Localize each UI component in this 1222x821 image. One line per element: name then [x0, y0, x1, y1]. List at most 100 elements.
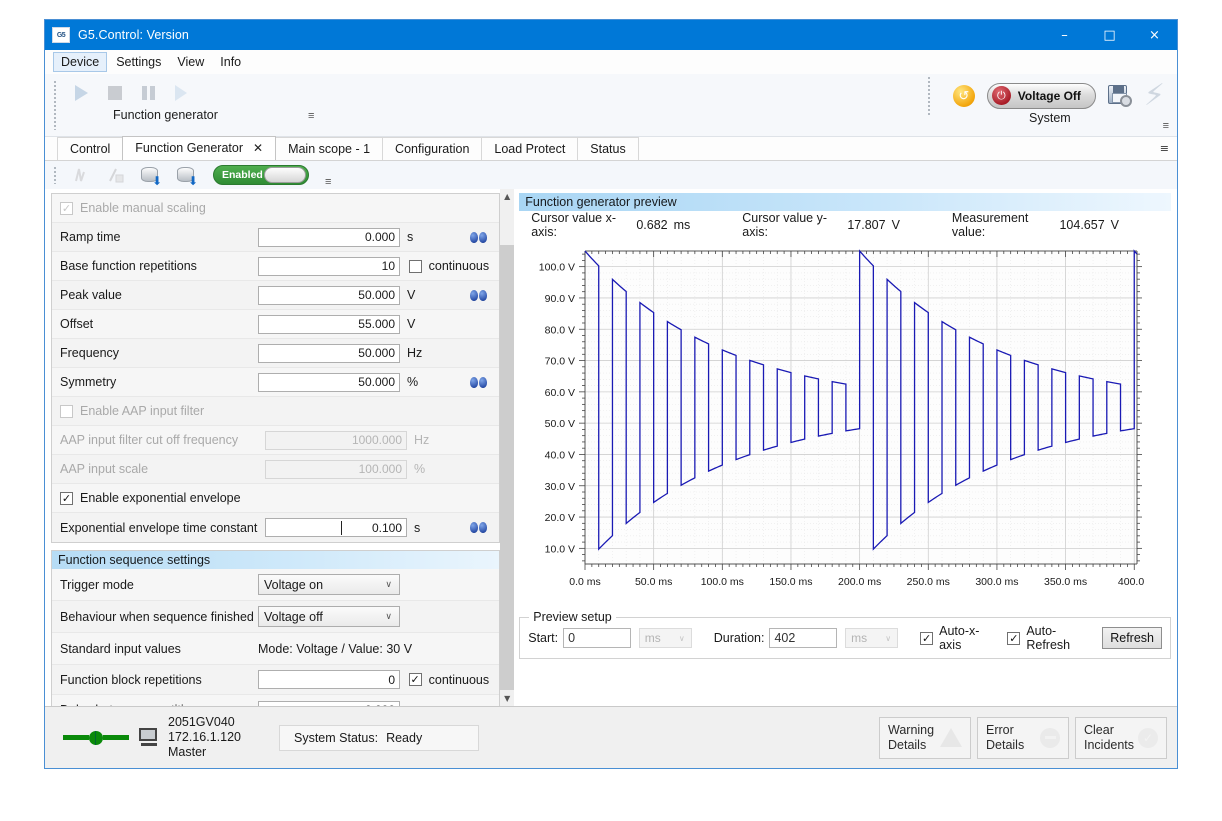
error-details-line2: Details	[986, 737, 1025, 752]
enabled-toggle[interactable]: Enabled	[213, 165, 309, 185]
database-export-icon[interactable]: ⬇	[177, 166, 198, 187]
step-icon[interactable]	[175, 85, 187, 101]
manual-scaling-label: Enable manual scaling	[80, 201, 206, 215]
toolbar-grip[interactable]	[53, 166, 57, 184]
trigger-mode-select[interactable]: Voltage on ∨	[258, 574, 400, 595]
tab-close-icon[interactable]: ✕	[253, 141, 263, 155]
tab-function-generator[interactable]: Function Generator ✕	[122, 136, 277, 160]
duration-unit-select[interactable]: ms ∨	[845, 628, 899, 648]
ramp-time-input[interactable]: 0.000	[258, 227, 400, 247]
row-enable-exponential-envelope[interactable]: ✓ Enable exponential envelope	[52, 484, 500, 513]
tab-load-protect[interactable]: Load Protect	[481, 137, 579, 160]
aap-input-filter-checkbox[interactable]	[60, 404, 73, 418]
system-group-grip[interactable]	[926, 75, 931, 116]
row-symmetry[interactable]: Symmetry 50.000 %	[52, 368, 500, 397]
menu-bar: Device Settings View Info	[45, 50, 1177, 74]
ribbon-collapse-icon[interactable]: ≡	[1163, 120, 1169, 132]
lightning-icon[interactable]: ⚡	[1144, 80, 1165, 110]
base-function-group: ✓ Enable manual scaling Ramp time 0.000 …	[51, 193, 501, 543]
binoculars-icon[interactable]	[470, 376, 488, 388]
offset-input[interactable]: 55.000	[258, 314, 400, 334]
base-repetitions-continuous-checkbox[interactable]	[408, 259, 422, 273]
error-details-button[interactable]: Error Details	[977, 716, 1069, 759]
block-continuous-wrap[interactable]: ✓ continuous	[408, 673, 489, 687]
start-unit-select[interactable]: ms ∨	[638, 628, 692, 648]
save-config-icon[interactable]	[1107, 84, 1132, 107]
row-exponential-time-constant[interactable]: Exponential envelope time constant 0.100…	[52, 513, 500, 542]
binoculars-icon[interactable]	[470, 522, 488, 533]
preview-setup-legend: Preview setup	[529, 610, 616, 624]
pause-icon[interactable]	[142, 86, 155, 100]
block-repetitions-input[interactable]: 0	[258, 670, 400, 689]
tab-main-scope-1[interactable]: Main scope - 1	[275, 137, 384, 160]
block-repetitions-continuous-checkbox[interactable]: ✓	[408, 673, 422, 686]
scrollbar-thumb[interactable]	[500, 245, 515, 690]
scroll-up-icon[interactable]: ▲	[500, 189, 514, 204]
exp-time-constant-input[interactable]: 0.100	[265, 518, 407, 537]
continuous-checkbox-wrap[interactable]: continuous	[408, 259, 489, 273]
peak-value-input[interactable]: 50.000	[258, 285, 400, 305]
play-icon[interactable]	[75, 85, 88, 101]
ribbon-grip[interactable]	[53, 80, 57, 130]
row-base-function-repetitions[interactable]: Base function repetitions 10 continuous	[52, 252, 500, 281]
waveform-icon[interactable]	[73, 166, 91, 184]
close-button[interactable]: ×	[1132, 20, 1177, 50]
row-behaviour-sequence-finished[interactable]: Behaviour when sequence finished Voltage…	[52, 601, 500, 633]
menu-item-view[interactable]: View	[170, 53, 211, 71]
warning-details-button[interactable]: Warning Details	[879, 716, 971, 759]
refresh-button[interactable]: Refresh	[1102, 627, 1162, 649]
row-ramp-time[interactable]: Ramp time 0.000 s	[52, 223, 500, 252]
exponential-envelope-checkbox[interactable]: ✓	[60, 491, 73, 505]
svg-text:350.0 ms: 350.0 ms	[1044, 576, 1087, 588]
waveform-plot[interactable]: 10.0 V 20.0 V 30.0 V 40.0 V 50.0 V 60.0 V 70.0…	[519, 239, 1151, 609]
row-trigger-mode[interactable]: Trigger mode Voltage on ∨	[52, 569, 500, 601]
refresh-icon[interactable]: ↺	[952, 84, 975, 107]
menu-item-device[interactable]: Device	[53, 52, 108, 72]
stop-icon[interactable]	[108, 86, 122, 100]
tab-control[interactable]: Control	[57, 137, 124, 160]
exp-time-constant-unit: s	[414, 520, 421, 535]
row-frequency[interactable]: Frequency 50.000 Hz	[52, 339, 500, 368]
row-enable-aap-input-filter[interactable]: Enable AAP input filter	[52, 397, 500, 426]
minimize-button[interactable]: –	[1042, 20, 1087, 50]
base-function-repetitions-input[interactable]: 10	[258, 256, 400, 276]
cursor-x-unit: ms	[673, 218, 691, 232]
tab-configuration[interactable]: Configuration	[382, 137, 483, 160]
database-import-icon[interactable]: ⬇	[141, 166, 162, 187]
tab-status[interactable]: Status	[577, 137, 639, 160]
function-generator-expander-icon[interactable]: ≡	[308, 110, 314, 122]
frequency-input[interactable]: 50.000	[258, 343, 400, 363]
binoculars-icon[interactable]	[470, 231, 488, 243]
scroll-down-icon[interactable]: ▼	[500, 691, 514, 706]
clear-incidents-button[interactable]: Clear Incidents ✓	[1075, 716, 1167, 759]
manual-scaling-checkbox[interactable]: ✓	[60, 201, 73, 215]
row-peak-value[interactable]: Peak value 50.000 V	[52, 281, 500, 310]
start-input[interactable]: 0	[563, 628, 631, 648]
row-delay-between-repetitions[interactable]: Delay between repetitions 0.000 s	[52, 695, 500, 706]
row-enable-manual-scaling[interactable]: ✓ Enable manual scaling	[52, 194, 500, 223]
auto-refresh-checkbox[interactable]: ✓	[1007, 631, 1021, 645]
svg-text:100.0 ms: 100.0 ms	[701, 576, 744, 588]
preview-chart[interactable]: 10.0 V 20.0 V 30.0 V 40.0 V 50.0 V 60.0 V 70.0…	[519, 239, 1171, 609]
delay-input[interactable]: 0.000	[258, 700, 400, 706]
measurement-label: Measurement value:	[951, 211, 1029, 239]
tab-overflow-icon[interactable]: ≡	[1160, 142, 1169, 155]
toolbar-expander-icon[interactable]: ≡	[325, 176, 331, 188]
settings-scrollbar[interactable]: ▲ ▼	[500, 189, 515, 706]
row-function-block-repetitions[interactable]: Function block repetitions 0 ✓ continuou…	[52, 665, 500, 695]
menu-item-settings[interactable]: Settings	[109, 53, 168, 71]
waveform-edit-icon[interactable]	[107, 166, 125, 184]
duration-label: Duration:	[713, 631, 765, 645]
function-sequence-group: Function sequence settings Trigger mode …	[51, 550, 501, 706]
auto-x-axis-checkbox[interactable]: ✓	[920, 631, 934, 645]
behaviour-select[interactable]: Voltage off ∨	[258, 606, 400, 627]
maximize-button[interactable]: □	[1087, 20, 1132, 50]
symmetry-input[interactable]: 50.000	[258, 372, 400, 392]
row-offset[interactable]: Offset 55.000 V	[52, 310, 500, 339]
menu-item-info[interactable]: Info	[213, 53, 248, 71]
binoculars-icon[interactable]	[470, 289, 488, 301]
voltage-off-button[interactable]: ⏻ Voltage Off	[986, 82, 1096, 109]
start-unit-value: ms	[644, 631, 661, 645]
app-icon: G5	[52, 27, 70, 43]
duration-input[interactable]: 402	[769, 628, 838, 648]
